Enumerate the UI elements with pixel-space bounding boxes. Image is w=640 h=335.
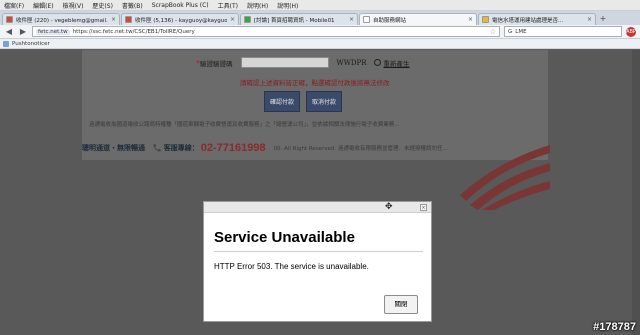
customer-service-label: 客服專線： bbox=[163, 144, 199, 152]
bookmark-folder-icon bbox=[3, 40, 9, 47]
customer-service-phone: 02-77161998 bbox=[200, 142, 266, 154]
tab-close-icon[interactable]: × bbox=[587, 16, 592, 23]
tab-close-icon[interactable]: × bbox=[230, 16, 235, 23]
tab-label: 收件匣 (5,136) - kayguoy@kayguoy.com bbox=[135, 17, 227, 24]
phone-icon: 📞 bbox=[153, 144, 162, 152]
refresh-icon bbox=[374, 59, 382, 66]
menu-item[interactable]: 工具(T) bbox=[218, 1, 238, 10]
menu-item[interactable]: 檔案(F) bbox=[4, 1, 24, 10]
browser-tab[interactable]: 自助服務網站 × bbox=[359, 13, 477, 25]
captcha-image: WWDPR bbox=[336, 58, 367, 67]
tab-label: 收件匣 (220) - vegeblemg@gmail.com bbox=[16, 17, 108, 24]
close-icon[interactable]: × bbox=[420, 204, 427, 211]
move-icon[interactable]: ✥ bbox=[385, 202, 393, 213]
menu-item[interactable]: 說明(H) bbox=[247, 1, 268, 10]
service-notice: 遠通電收為國道電收公路局特權種「國道車輛電子收費營運及收費服務」之「總營運公司」… bbox=[89, 122, 400, 128]
refresh-captcha-label: 重新產生 bbox=[383, 59, 410, 68]
menu-item[interactable]: 編輯(E) bbox=[33, 1, 53, 10]
browser-tab[interactable]: 收件匣 (220) - vegeblemg@gmail.com× bbox=[2, 13, 120, 25]
menu-item[interactable]: 歷史(S) bbox=[92, 1, 113, 10]
tab-label: 電信水塔運用建站處理是否... bbox=[492, 17, 564, 24]
tab-close-icon[interactable]: × bbox=[349, 16, 354, 23]
site-identity-badge[interactable]: fetc.net.tw bbox=[36, 28, 70, 35]
back-icon[interactable]: ◀ bbox=[4, 27, 14, 37]
payment-buttons: 確認付款 取消付款 bbox=[264, 91, 342, 112]
captcha-field-label: *驗證驗證碼 bbox=[196, 58, 233, 68]
tab-label: 自助服務網站 bbox=[373, 17, 407, 24]
tab-bar: 收件匣 (220) - vegeblemg@gmail.com×收件匣 (5,1… bbox=[0, 11, 640, 25]
confirm-payment-button[interactable]: 確認付款 bbox=[264, 91, 300, 112]
forward-icon[interactable]: ▶ bbox=[18, 27, 28, 37]
refresh-captcha-link[interactable]: 重新產生 bbox=[374, 58, 409, 68]
bookmark-star-icon[interactable]: ☆ bbox=[490, 28, 496, 36]
bookmarks-toolbar: Pushtonoticer bbox=[0, 39, 640, 49]
favicon-icon bbox=[125, 16, 132, 23]
brand-stripes-graphic bbox=[460, 145, 550, 210]
tab-label: [討論] 首頁招聘資訊 - Mobile01 bbox=[254, 17, 335, 24]
tab-close-icon[interactable]: × bbox=[468, 16, 473, 23]
bookmark-item[interactable]: Pushtonoticer bbox=[12, 41, 50, 47]
browser-tab[interactable]: 收件匣 (5,136) - kayguoy@kayguoy.com× bbox=[121, 13, 239, 25]
page-scrollbar[interactable] bbox=[632, 50, 640, 335]
customer-service: 📞 客服專線： 02-77161998 bbox=[153, 142, 266, 154]
favicon-icon bbox=[244, 16, 251, 23]
error-dialog: ✥ × Service Unavailable HTTP Error 503. … bbox=[203, 201, 432, 322]
menu-bar: 檔案(F) 編輯(E) 檢視(V) 歷史(S) 書籤(B) ScrapBook Plus … bbox=[0, 0, 640, 11]
browser-tab[interactable]: [討論] 首頁招聘資訊 - Mobile01 × bbox=[240, 13, 358, 25]
favicon-icon bbox=[363, 16, 370, 23]
captcha-row: *驗證驗證碼 WWDPR 重新產生 bbox=[196, 57, 409, 68]
favicon-icon bbox=[482, 16, 489, 23]
dialog-message: HTTP Error 503. The service is unavailab… bbox=[214, 262, 369, 271]
dialog-divider bbox=[214, 251, 423, 252]
search-box[interactable]: G LME bbox=[504, 26, 622, 37]
tab-close-icon[interactable]: × bbox=[111, 16, 116, 23]
address-bar[interactable]: fetc.net.tw https://ssc.fetc.net.tw/CSC/… bbox=[32, 26, 500, 37]
dialog-title: Service Unavailable bbox=[214, 229, 355, 246]
menu-item[interactable]: 檢視(V) bbox=[63, 1, 84, 10]
footer-slogan: 聰明通道・無限暢通 bbox=[82, 144, 145, 152]
copyright-text: 00. All Right Reserved. 遠通電收有限服務並管理．未經授權… bbox=[273, 146, 448, 152]
favicon-icon bbox=[6, 16, 13, 23]
menu-item[interactable]: 書籤(B) bbox=[122, 1, 143, 10]
search-engine-icon[interactable]: G bbox=[508, 29, 512, 35]
navigation-toolbar: ◀ ▶ fetc.net.tw https://ssc.fetc.net.tw/… bbox=[0, 25, 640, 39]
adblock-icon[interactable]: ABP bbox=[626, 26, 636, 37]
url-text[interactable]: https://ssc.fetc.net.tw/CSC/EB1/TollRE/Q… bbox=[73, 29, 195, 35]
browser-tab[interactable]: 電信水塔運用建站處理是否... × bbox=[478, 13, 596, 25]
dialog-titlebar[interactable]: ✥ × bbox=[204, 202, 431, 213]
menu-item[interactable]: 說明(H) bbox=[277, 1, 298, 10]
search-engine-label: LME bbox=[515, 28, 527, 35]
site-footer: 聰明通道・無限暢通 📞 客服專線： 02-77161998 00. All Ri… bbox=[82, 138, 462, 158]
captcha-input[interactable] bbox=[240, 57, 329, 68]
confirmation-warning: 請確認上述資料皆正確，點選確認付款後將無法修改 bbox=[240, 79, 390, 87]
cancel-payment-button[interactable]: 取消付款 bbox=[306, 91, 342, 112]
menu-item[interactable]: ScrapBook Plus (C) bbox=[152, 2, 209, 9]
image-watermark: #178787 bbox=[593, 321, 636, 333]
new-tab-icon[interactable]: + bbox=[597, 14, 609, 25]
close-dialog-button[interactable]: 關閉 bbox=[384, 295, 418, 314]
